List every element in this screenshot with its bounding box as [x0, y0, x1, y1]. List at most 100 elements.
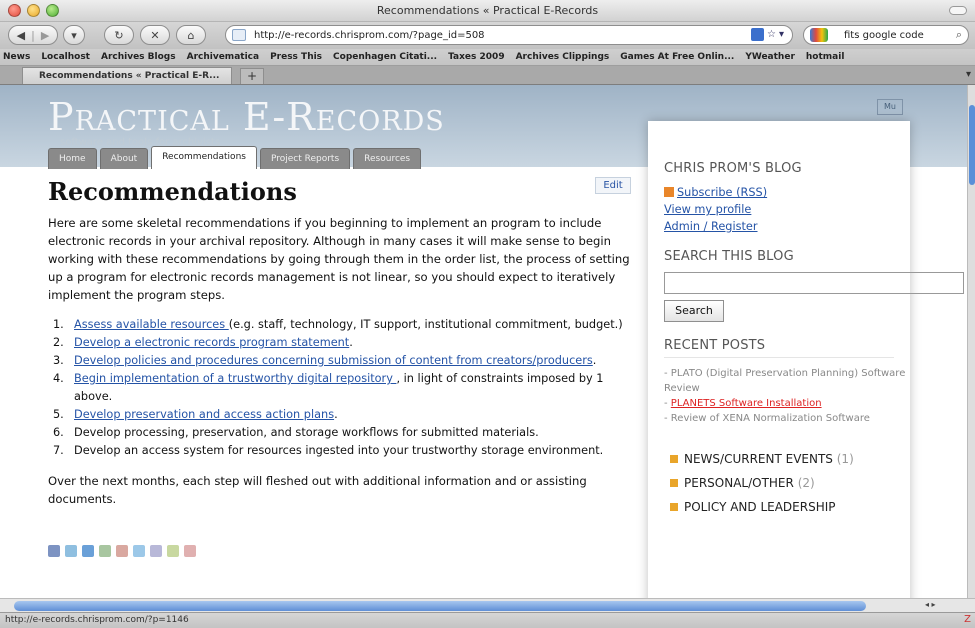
- recent-post: - PLANETS Software Installation: [664, 398, 822, 409]
- bookmark-icon[interactable]: [167, 545, 179, 557]
- view-profile-link[interactable]: View my profile: [664, 201, 910, 218]
- search-heading: SEARCH THIS BLOG: [664, 249, 794, 264]
- category-label: POLICY AND LEADERSHIP: [684, 500, 836, 514]
- item-text: Develop processing, preservation, and st…: [74, 424, 539, 442]
- tab-list-icon[interactable]: ▾: [966, 69, 971, 80]
- category-item[interactable]: NEWS/CURRENT EVENTS (1): [670, 452, 910, 467]
- delicious-icon[interactable]: [82, 545, 94, 557]
- nav-tab-about[interactable]: About: [99, 148, 149, 169]
- bookmark-item[interactable]: Copenhagen Citati...: [330, 52, 445, 62]
- status-bar: http://e-records.chrisprom.com/?p=1146 Z: [0, 612, 975, 628]
- bookmark-item[interactable]: Taxes 2009: [445, 52, 513, 62]
- search-input[interactable]: fits google code: [844, 30, 924, 41]
- category-list: NEWS/CURRENT EVENTS (1) PERSONAL/OTHER (2…: [664, 452, 910, 515]
- tab-label: Recommendations « Practical E-R...: [39, 71, 220, 81]
- item-text: Develop preservation and access action p…: [74, 406, 338, 424]
- reload-icon: ↻: [114, 28, 124, 42]
- reddit-icon[interactable]: [150, 545, 162, 557]
- recommendation-item: 6. Develop processing, preservation, and …: [53, 424, 633, 442]
- recent-post-link[interactable]: Review of XENA Normalization Software: [671, 413, 870, 424]
- bookmark-star-icon[interactable]: ☆: [767, 29, 776, 40]
- item-number: 6.: [53, 426, 64, 439]
- home-button[interactable]: ⌂: [176, 25, 206, 45]
- blog-search-button[interactable]: Search: [664, 300, 724, 322]
- bookmark-item[interactable]: Press This: [267, 52, 330, 62]
- category-item[interactable]: PERSONAL/OTHER (2): [670, 476, 910, 491]
- address-bar-url[interactable]: http://e-records.chrisprom.com/?page_id=…: [254, 30, 485, 41]
- bookmark-item[interactable]: Archives Clippings: [513, 52, 618, 62]
- recent-post-link[interactable]: PLATO (Digital Preservation Planning) So…: [664, 368, 905, 394]
- reload-button[interactable]: ↻: [104, 25, 134, 45]
- stumbleupon-icon[interactable]: [116, 545, 128, 557]
- item-link[interactable]: Assess available resources: [74, 318, 229, 331]
- stop-button[interactable]: ✕: [140, 25, 170, 45]
- window-title: Recommendations « Practical E-Records: [376, 4, 599, 17]
- vertical-scroll-thumb[interactable]: [969, 105, 975, 185]
- category-marker-icon: [670, 503, 678, 511]
- twitter-icon[interactable]: [133, 545, 145, 557]
- category-item[interactable]: POLICY AND LEADERSHIP: [670, 500, 910, 515]
- recent-posts-heading: RECENT POSTS: [664, 338, 894, 358]
- bookmark-item[interactable]: YWeather: [742, 52, 803, 62]
- blog-search-input[interactable]: [664, 272, 964, 294]
- chevron-down-icon[interactable]: ▾: [779, 29, 784, 40]
- horizontal-scroll-thumb[interactable]: [14, 601, 866, 611]
- bookmarks-bar: News Localhost Archives Blogs Archivematica…: [0, 49, 975, 66]
- item-link[interactable]: Develop preservation and access action p…: [74, 408, 334, 421]
- item-number: 2.: [53, 336, 64, 349]
- vertical-scrollbar[interactable]: [967, 85, 975, 598]
- admin-register-link[interactable]: Admin / Register: [664, 218, 910, 235]
- forward-arrow-icon[interactable]: ▶: [41, 29, 49, 42]
- category-count: (2): [797, 476, 815, 490]
- item-text: Begin implementation of a trustworthy di…: [74, 370, 633, 406]
- site-nav: Home About Recommendations Project Reports R…: [48, 146, 422, 169]
- item-rest: (e.g. staff, technology, IT support, ins…: [228, 318, 623, 331]
- item-rest: Develop processing, preservation, and st…: [74, 426, 539, 439]
- search-icon[interactable]: ⌕: [956, 28, 962, 42]
- email-icon[interactable]: [65, 545, 77, 557]
- item-text: Develop an access system for resources i…: [74, 442, 603, 460]
- share-icons: [48, 545, 196, 557]
- google-icon[interactable]: [810, 28, 828, 42]
- digg-icon[interactable]: [99, 545, 111, 557]
- bookmark-item[interactable]: Games At Free Onlin...: [617, 52, 742, 62]
- nav-tab-recommendations[interactable]: Recommendations: [151, 146, 257, 169]
- bookmark-item[interactable]: Localhost: [38, 52, 98, 62]
- site-title[interactable]: Practical E-Records: [48, 95, 445, 139]
- back-arrow-icon[interactable]: ◀: [17, 29, 25, 42]
- edit-link[interactable]: Edit: [595, 177, 631, 194]
- nav-tab-project-reports[interactable]: Project Reports: [259, 148, 351, 169]
- article-outro: Over the next months, each step will fle…: [48, 474, 587, 506]
- nav-tab-home[interactable]: Home: [48, 148, 97, 169]
- recommendation-item: 1. Assess available resources (e.g. staff…: [53, 316, 633, 334]
- item-link[interactable]: Develop policies and procedures concerni…: [74, 354, 593, 367]
- zotero-icon[interactable]: Z: [964, 614, 971, 625]
- facebook-icon[interactable]: [48, 545, 60, 557]
- category-marker-icon: [670, 479, 678, 487]
- scroll-arrows[interactable]: ◂ ▸: [925, 600, 936, 609]
- bookmark-item[interactable]: Archives Blogs: [98, 52, 184, 62]
- recent-post: - Review of XENA Normalization Software: [664, 413, 870, 424]
- bookmark-item[interactable]: Archivematica: [184, 52, 267, 62]
- item-link[interactable]: Begin implementation of a trustworthy di…: [74, 372, 396, 385]
- new-tab-button[interactable]: +: [240, 68, 264, 84]
- search-bar[interactable]: fits google code ⌕: [803, 25, 969, 45]
- item-rest: .: [334, 408, 338, 421]
- rss-icon[interactable]: [751, 28, 764, 41]
- toolbar-toggle-button[interactable]: [949, 6, 967, 15]
- tab-recommendations[interactable]: Recommendations « Practical E-R...: [22, 67, 232, 84]
- subscribe-link[interactable]: Subscribe (RSS): [664, 184, 910, 201]
- print-icon[interactable]: [184, 545, 196, 557]
- meta-badge[interactable]: Mu: [877, 99, 903, 115]
- item-link[interactable]: Develop a electronic records program sta…: [74, 336, 349, 349]
- address-bar[interactable]: http://e-records.chrisprom.com/?page_id=…: [225, 25, 793, 45]
- category-marker-icon: [670, 455, 678, 463]
- horizontal-scrollbar[interactable]: ◂ ▸: [0, 598, 975, 612]
- history-dropdown-button[interactable]: ▾: [63, 25, 85, 45]
- nav-tab-resources[interactable]: Resources: [353, 148, 422, 169]
- item-text: Develop a electronic records program sta…: [74, 334, 353, 352]
- recent-post-link[interactable]: PLANETS Software Installation: [671, 398, 822, 409]
- bookmark-item[interactable]: hotmail: [803, 52, 853, 62]
- bookmark-item[interactable]: News: [0, 52, 38, 62]
- back-forward-group[interactable]: ◀ | ▶: [8, 25, 58, 45]
